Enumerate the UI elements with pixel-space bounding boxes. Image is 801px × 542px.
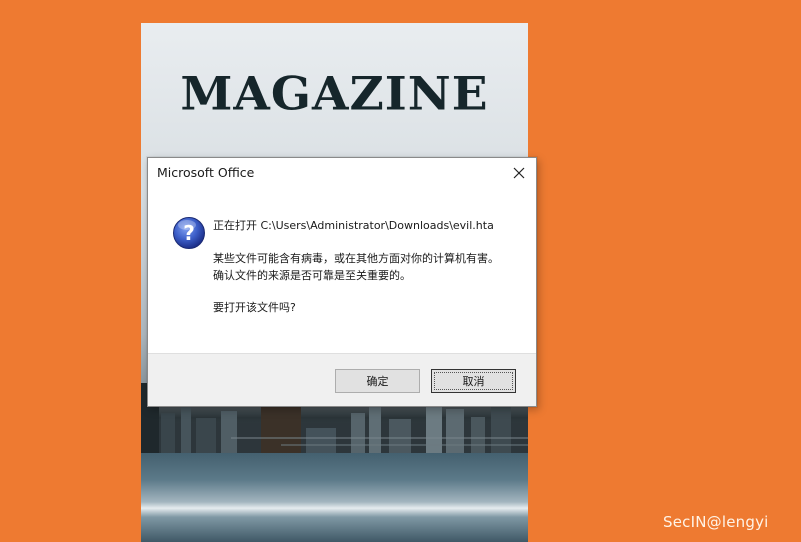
close-icon[interactable]	[510, 164, 528, 182]
cover-title: MAGAZINE	[180, 67, 489, 122]
dialog-titlebar[interactable]: Microsoft Office	[148, 158, 536, 188]
water-image	[141, 453, 528, 542]
svg-text:?: ?	[183, 221, 195, 245]
dialog-message-warning: 某些文件可能含有病毒，或在其他方面对你的计算机有害。	[213, 252, 499, 265]
cancel-button[interactable]: 取消	[431, 369, 516, 393]
dialog-message-confirm-source: 确认文件的来源是否可靠是至关重要的。	[213, 269, 411, 282]
security-warning-dialog: Microsoft Office ? 正在打开 C:\Users\Adminis…	[147, 157, 537, 407]
dialog-message-opening: 正在打开 C:\Users\Administrator\Downloads\ev…	[213, 219, 494, 232]
dialog-content: ? 正在打开 C:\Users\Administrator\Downloads\…	[148, 188, 536, 353]
dialog-message-question: 要打开该文件吗?	[213, 301, 296, 314]
ok-button[interactable]: 确定	[335, 369, 420, 393]
dialog-title: Microsoft Office	[157, 165, 255, 180]
dialog-button-bar: 确定 取消	[148, 353, 536, 406]
watermark-text: SecIN@lengyi	[663, 513, 769, 531]
question-icon: ?	[172, 216, 206, 250]
